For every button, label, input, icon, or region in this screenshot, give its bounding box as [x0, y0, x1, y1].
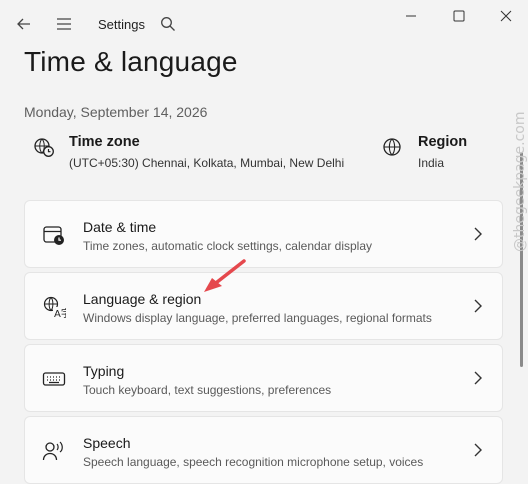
chevron-right-icon	[470, 369, 486, 387]
card-title: Language & region	[83, 291, 202, 307]
card-description: Speech language, speech recognition micr…	[83, 455, 424, 469]
card-speech[interactable]: Speech Speech language, speech recogniti…	[24, 416, 503, 484]
window-title: Settings	[98, 17, 145, 32]
clock-globe-icon	[33, 136, 55, 158]
close-icon[interactable]	[486, 3, 526, 29]
maximize-icon[interactable]	[439, 3, 479, 29]
card-description: Windows display language, preferred lang…	[83, 311, 432, 325]
current-date: Monday, September 14, 2026	[24, 104, 208, 120]
minimize-icon[interactable]	[391, 3, 431, 29]
time-zone-value: (UTC+05:30) Chennai, Kolkata, Mumbai, Ne…	[69, 156, 345, 170]
region-info: Region India	[382, 134, 467, 170]
annotation-arrow	[204, 259, 246, 292]
region-label: Region	[418, 134, 468, 150]
keyboard-icon	[42, 367, 66, 391]
globe-icon	[382, 136, 404, 158]
chevron-right-icon	[470, 297, 486, 315]
chevron-right-icon	[470, 225, 486, 243]
card-title: Date & time	[83, 219, 157, 235]
card-title: Typing	[83, 363, 125, 379]
card-typing[interactable]: Typing Touch keyboard, text suggestions,…	[24, 344, 503, 412]
page-title: Time & language	[24, 46, 238, 77]
chevron-right-icon	[470, 441, 486, 459]
time-zone-label: Time zone	[69, 134, 140, 150]
svg-text:A字: A字	[54, 307, 66, 319]
search-icon[interactable]	[153, 9, 183, 39]
card-title: Speech	[83, 435, 131, 451]
menu-icon[interactable]	[49, 9, 79, 39]
watermark: @thegeekpage.com	[512, 111, 528, 252]
card-description: Time zones, automatic clock settings, ca…	[83, 239, 373, 253]
language-icon: A字	[42, 295, 71, 320]
region-value: India	[418, 156, 445, 170]
calendar-clock-icon	[42, 223, 66, 247]
title-bar: Settings	[0, 0, 528, 48]
card-date-time[interactable]: Date & time Time zones, automatic clock …	[24, 200, 503, 268]
back-icon[interactable]	[9, 9, 39, 39]
time-zone-info: Time zone (UTC+05:30) Chennai, Kolkata, …	[33, 134, 344, 170]
card-description: Touch keyboard, text suggestions, prefer…	[83, 383, 332, 397]
speech-icon	[42, 439, 66, 463]
card-language-region[interactable]: A字 Language & region Windows display lan…	[24, 272, 503, 340]
